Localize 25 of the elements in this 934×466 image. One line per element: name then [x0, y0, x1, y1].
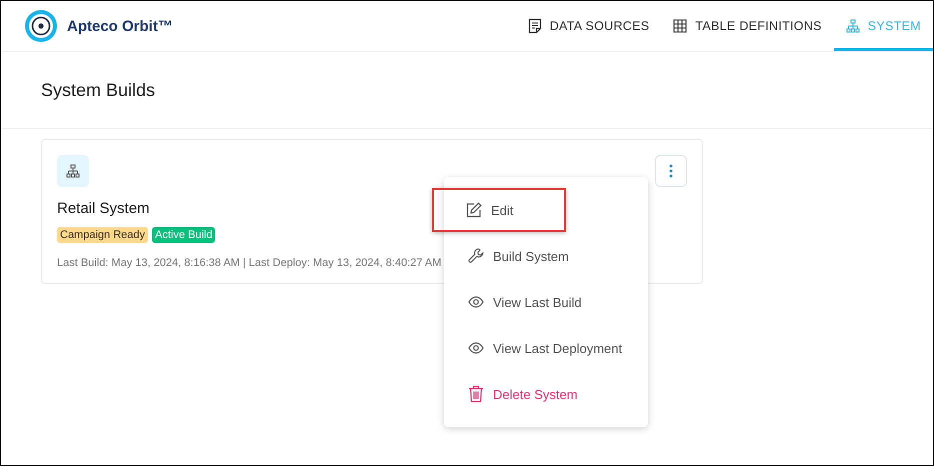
trash-icon [468, 385, 484, 403]
status-badge: Campaign Ready [57, 227, 148, 243]
menu-item[interactable]: Build System [444, 234, 648, 278]
wrench-icon [468, 248, 484, 264]
page-title: System Builds [41, 80, 156, 100]
orbit-logo-icon [25, 10, 57, 42]
app-name: Apteco Orbit™ [67, 18, 173, 34]
menu-item[interactable]: View Last Deployment [444, 326, 648, 370]
system-name: Retail System [57, 200, 150, 217]
nav-tab[interactable]: DATA SOURCES [516, 1, 662, 51]
nav-tab[interactable]: TABLE DEFINITIONS [661, 1, 834, 51]
vertical-dots-icon [669, 164, 673, 178]
edit-icon [466, 202, 482, 218]
hierarchy-icon [57, 155, 89, 187]
menu-item[interactable]: View Last Build [444, 280, 648, 324]
grid-icon [673, 19, 688, 33]
menu-item[interactable]: Edit [432, 188, 566, 232]
eye-icon [468, 296, 484, 308]
hierarchy-icon [846, 19, 860, 33]
build-info: Last Build: May 13, 2024, 8:16:38 AM | Last Deploy: May 13, 2024, 8:40:27 AM [57, 257, 442, 269]
document-icon [528, 18, 542, 34]
more-options-button[interactable] [655, 155, 687, 187]
menu-item[interactable]: Delete System [444, 372, 648, 416]
eye-icon [468, 342, 484, 354]
status-badge: Active Build [152, 227, 216, 243]
